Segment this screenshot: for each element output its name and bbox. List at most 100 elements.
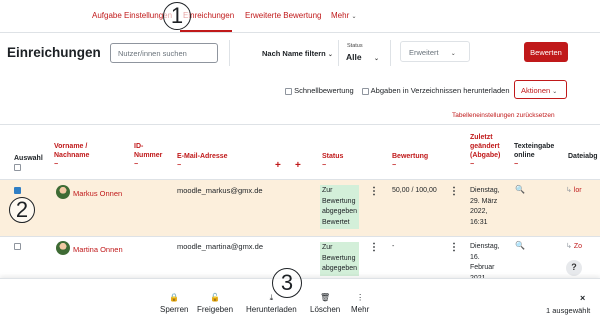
tab-mehr[interactable]: Mehr ⌄ xyxy=(331,11,357,20)
column-header-modified[interactable]: Zuletzt geändert (Abgabe) − xyxy=(470,133,510,169)
grade-button[interactable]: Bewerten xyxy=(524,42,568,62)
view-text-icon[interactable]: 🔍 xyxy=(515,241,525,250)
hide-column-icon[interactable]: − xyxy=(177,161,228,170)
divider xyxy=(390,40,391,66)
column-header-grade[interactable]: Bewertung − xyxy=(392,152,428,170)
divider xyxy=(338,40,339,66)
divider xyxy=(229,40,230,66)
expand-column-icon[interactable]: + xyxy=(295,160,301,171)
grade-value: 50,00 / 100,00 xyxy=(392,187,437,194)
download-folders-checkbox[interactable] xyxy=(362,87,369,95)
row-divider xyxy=(0,236,600,237)
tab-mehr-label: Mehr xyxy=(331,11,350,20)
lock-label: Sperren xyxy=(160,305,189,314)
view-text-icon[interactable]: 🔍 xyxy=(515,185,525,194)
hide-column-icon[interactable]: − xyxy=(54,160,114,169)
status-line: Zur xyxy=(322,244,333,251)
modified-date: Dienstag, 29. März 2022, 16:31 xyxy=(470,186,500,228)
date-line: 16:31 xyxy=(470,218,488,226)
reset-table-link[interactable]: Tabelleneinstellungen zurücksetzen xyxy=(452,112,555,119)
hide-column-icon[interactable]: − xyxy=(322,161,343,170)
status-filter-dropdown[interactable]: Alle ⌄ xyxy=(346,52,379,62)
student-email: moodle_martina@gmx.de xyxy=(177,242,263,251)
file-prefix: ↳ xyxy=(566,187,572,194)
more-button[interactable]: ⋮ Mehr xyxy=(351,293,369,314)
date-line: 29. März xyxy=(470,197,498,205)
status-menu-icon[interactable]: ⋮ xyxy=(369,186,379,197)
checkbox-checked-icon[interactable] xyxy=(14,187,21,195)
column-header-status[interactable]: Status − xyxy=(322,152,343,170)
select-all-checkbox[interactable] xyxy=(14,163,21,171)
hide-column-icon[interactable]: − xyxy=(392,161,428,170)
date-line: Februar xyxy=(470,264,495,271)
status-menu-icon[interactable]: ⋮ xyxy=(369,242,379,253)
chevron-down-icon: ⌄ xyxy=(351,14,357,20)
status-badge: Zur Bewertung abgegeben xyxy=(320,242,360,276)
file-link[interactable]: ↳ lor xyxy=(566,186,582,194)
search-input[interactable]: Nutzer/innen suchen xyxy=(110,43,218,63)
table-top-border xyxy=(0,124,600,125)
file-prefix: ↳ xyxy=(566,243,572,250)
column-header-id[interactable]: ID-Nummer − xyxy=(134,142,166,169)
name-header-label: Vorname / Nachname xyxy=(54,143,90,159)
annotation-1: 1 xyxy=(163,2,191,30)
status-line: Bewertung xyxy=(322,254,356,262)
more-vertical-icon: ⋮ xyxy=(356,293,365,302)
more-label: Mehr xyxy=(351,305,370,314)
lock-icon: 🔒 xyxy=(169,293,180,302)
hide-column-icon[interactable]: − xyxy=(470,160,510,169)
help-button[interactable]: ? xyxy=(566,260,582,276)
delete-button[interactable]: 🗑 Löschen xyxy=(310,293,340,314)
chevron-down-icon: ⌄ xyxy=(327,52,333,58)
hide-column-icon[interactable]: − xyxy=(514,160,556,169)
status-line: abgegeben xyxy=(322,265,358,272)
checkbox-unchecked-icon[interactable] xyxy=(14,243,21,251)
actions-label: Aktionen xyxy=(521,86,551,95)
chevron-down-icon: ⌄ xyxy=(552,89,558,95)
quick-grading-checkbox[interactable] xyxy=(285,87,292,95)
status-line: Bewertung xyxy=(322,197,356,205)
chevron-down-icon: ⌄ xyxy=(373,56,379,62)
name-filter-dropdown[interactable]: Nach Name filtern ⌄ xyxy=(262,49,333,58)
expand-column-icon[interactable]: + xyxy=(275,160,281,171)
secondary-navigation: Aufgabe Einstellungen Einreichungen Erwe… xyxy=(0,0,600,33)
advanced-filter-label: Erweitert xyxy=(409,48,439,57)
file-link[interactable]: ↳ Zo xyxy=(566,242,582,250)
delete-label: Löschen xyxy=(310,305,341,314)
advanced-filter-dropdown[interactable]: Erweitert ⌄ xyxy=(400,41,470,62)
status-filter-value: Alle xyxy=(346,52,362,62)
row-select-checkbox[interactable] xyxy=(14,186,21,195)
column-header-email[interactable]: E-Mail-Adresse − xyxy=(177,152,228,170)
close-icon[interactable]: × xyxy=(580,293,585,303)
date-line: 16. xyxy=(470,253,480,261)
modified-header-label: Zuletzt geändert (Abgabe) xyxy=(470,134,501,159)
grade-menu-icon[interactable]: ⋮ xyxy=(449,186,459,197)
tab-aufgabe[interactable]: Aufgabe xyxy=(92,11,122,20)
grade-menu-icon[interactable]: ⋮ xyxy=(449,242,459,253)
download-folders-option[interactable]: Abgaben in Verzeichnissen herunterladen xyxy=(362,86,510,95)
file-name: lor xyxy=(573,187,582,194)
avatar xyxy=(56,241,70,255)
column-header-online-text[interactable]: Texteingabe online − xyxy=(514,142,556,169)
hide-column-icon[interactable]: − xyxy=(134,160,166,169)
actions-dropdown[interactable]: Aktionen ⌄ xyxy=(514,80,567,99)
date-line: 2022, xyxy=(470,208,488,215)
unlock-button[interactable]: 🔓 Freigeben xyxy=(197,293,233,314)
column-header-select: Auswahl xyxy=(14,154,43,172)
quick-grading-option[interactable]: Schnellbewertung xyxy=(285,86,354,95)
avatar xyxy=(56,185,70,199)
download-folders-label: Abgaben in Verzeichnissen herunterladen xyxy=(370,86,510,95)
date-line: Dienstag, xyxy=(470,243,500,250)
student-name-link[interactable]: Martina Onnen xyxy=(73,245,123,254)
name-filter-label: Nach Name filtern xyxy=(262,49,326,58)
student-name-link[interactable]: Markus Onnen xyxy=(73,189,122,198)
status-header-label: Status xyxy=(322,153,344,160)
grade-value: - xyxy=(392,243,395,250)
online-text-header-label: Texteingabe online xyxy=(514,143,555,159)
lock-button[interactable]: 🔒 Sperren xyxy=(160,293,188,314)
status-line: abgegeben xyxy=(322,208,358,215)
tab-erweiterte-bewertung[interactable]: Erweiterte Bewertung xyxy=(245,11,321,20)
column-header-name[interactable]: Vorname / Nachname − xyxy=(54,142,114,169)
student-email: moodle_markus@gmx.de xyxy=(177,186,263,195)
row-select-checkbox[interactable] xyxy=(14,242,21,251)
